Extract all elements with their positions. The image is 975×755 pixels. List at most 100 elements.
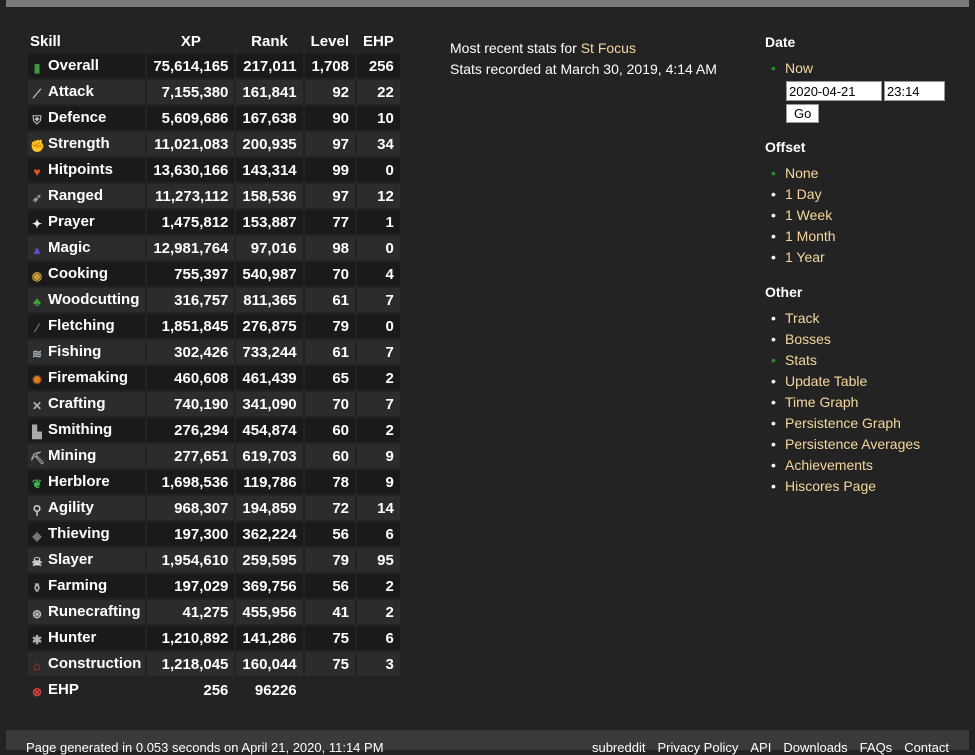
skill-name: Magic bbox=[48, 239, 91, 256]
skill-cell: ♥ Hitpoints bbox=[28, 158, 146, 182]
other-item[interactable]: Persistence Graph bbox=[771, 413, 965, 434]
skill-cell: ▙ Smithing bbox=[28, 418, 146, 442]
level-cell: 75 bbox=[304, 626, 355, 650]
skill-cell: ⚱ Farming bbox=[28, 574, 146, 598]
go-button[interactable]: Go bbox=[786, 104, 820, 123]
ehp-cell: 2 bbox=[357, 600, 400, 624]
table-row: ♣ Woodcutting 316,757 811,365 61 7 bbox=[28, 288, 400, 312]
footer-link[interactable]: Contact bbox=[904, 740, 949, 755]
skill-cell: ▲ Magic bbox=[28, 236, 146, 260]
skill-cell: ❦ Herblore bbox=[28, 470, 146, 494]
recent-prefix: Most recent stats for bbox=[450, 40, 581, 56]
other-item[interactable]: Track bbox=[771, 308, 965, 329]
table-row: ♥ Hitpoints 13,630,166 143,314 99 0 bbox=[28, 158, 400, 182]
rank-cell: 811,365 bbox=[236, 288, 303, 312]
other-item[interactable]: Achievements bbox=[771, 455, 965, 476]
time-input[interactable] bbox=[884, 81, 945, 101]
xp-cell: 1,698,536 bbox=[147, 470, 235, 494]
runecrafting-icon: ⊛ bbox=[31, 607, 43, 621]
agility-icon: ⚲ bbox=[32, 503, 42, 517]
table-row: ✕ Crafting 740,190 341,090 70 7 bbox=[28, 392, 400, 416]
other-section: Other TrackBossesStatsUpdate TableTime G… bbox=[765, 284, 965, 497]
date-section: Date Now Go bbox=[765, 34, 965, 123]
offset-item[interactable]: None bbox=[771, 163, 965, 184]
recent-stats: Most recent stats for St Focus Stats rec… bbox=[450, 38, 717, 80]
ehp-cell: 0 bbox=[357, 314, 400, 338]
hunter-icon: ✱ bbox=[31, 633, 43, 647]
other-item[interactable]: Stats bbox=[771, 350, 965, 371]
table-row: ⁄ Fletching 1,851,845 276,875 79 0 bbox=[28, 314, 400, 338]
offset-item[interactable]: 1 Month bbox=[771, 226, 965, 247]
ehp-cell: 95 bbox=[357, 548, 400, 572]
header-xp: XP bbox=[180, 32, 201, 50]
rank-cell: 160,044 bbox=[236, 652, 303, 676]
level-cell: 70 bbox=[304, 262, 355, 286]
date-input[interactable] bbox=[786, 81, 882, 101]
skill-cell: ✹ Firemaking bbox=[28, 366, 146, 390]
rank-cell: 96226 bbox=[254, 681, 297, 699]
table-row: ✊ Strength 11,021,083 200,935 97 34 bbox=[28, 132, 400, 156]
level-cell: 75 bbox=[304, 652, 355, 676]
xp-cell: 41,275 bbox=[147, 600, 235, 624]
other-item[interactable]: Time Graph bbox=[771, 392, 965, 413]
attack-icon: ⟋ bbox=[32, 87, 42, 101]
header-ehp: EHP bbox=[363, 32, 394, 50]
level-cell: 41 bbox=[304, 600, 355, 624]
footer-link[interactable]: Downloads bbox=[783, 740, 847, 755]
skill-cell: ⊗ EHP bbox=[28, 678, 145, 702]
empty-cell bbox=[305, 678, 355, 702]
offset-title: Offset bbox=[765, 139, 806, 155]
defence-icon: ⛨ bbox=[32, 113, 42, 127]
construction-icon: ⌂ bbox=[33, 659, 41, 673]
other-item[interactable]: Hiscores Page bbox=[771, 476, 965, 497]
rank-cell: 167,638 bbox=[236, 106, 303, 130]
xp-cell: 1,210,892 bbox=[147, 626, 235, 650]
rank-cell: 158,536 bbox=[236, 184, 303, 208]
table-row: ⛏ Mining 277,651 619,703 60 9 bbox=[28, 444, 400, 468]
footer-link[interactable]: FAQs bbox=[860, 740, 893, 755]
offset-item[interactable]: 1 Day bbox=[771, 184, 965, 205]
xp-cell: 460,608 bbox=[147, 366, 235, 390]
rank-cell: 161,841 bbox=[236, 80, 303, 104]
footer-link[interactable]: Privacy Policy bbox=[657, 740, 738, 755]
player-link[interactable]: St Focus bbox=[581, 40, 636, 56]
skill-cell: ✕ Crafting bbox=[28, 392, 146, 416]
table-row: ⟋ Attack 7,155,380 161,841 92 22 bbox=[28, 80, 400, 104]
skill-cell: ⟋ Attack bbox=[28, 80, 146, 104]
rank-cell: 619,703 bbox=[236, 444, 303, 468]
level-cell: 97 bbox=[304, 132, 355, 156]
table-row: ▙ Smithing 276,294 454,874 60 2 bbox=[28, 418, 400, 442]
table-row: ◆ Thieving 197,300 362,224 56 6 bbox=[28, 522, 400, 546]
ehp-cell: 10 bbox=[357, 106, 400, 130]
offset-item[interactable]: 1 Year bbox=[771, 247, 965, 268]
woodcutting-icon: ♣ bbox=[33, 295, 41, 309]
skill-name: Thieving bbox=[48, 525, 110, 542]
strength-icon: ✊ bbox=[30, 139, 45, 153]
footer-links: subreddit Privacy Policy API Downloads FAQs C… bbox=[580, 740, 949, 755]
date-item-now[interactable]: Now bbox=[771, 58, 965, 79]
overall-icon: ▮ bbox=[33, 61, 41, 75]
ehp-cell: 2 bbox=[357, 418, 400, 442]
ehp-cell: 7 bbox=[357, 288, 400, 312]
ehp-cell: 3 bbox=[357, 652, 400, 676]
footer-link[interactable]: API bbox=[750, 740, 771, 755]
crafting-icon: ✕ bbox=[31, 399, 43, 413]
mining-icon: ⛏ bbox=[30, 451, 46, 465]
skill-name: Overall bbox=[48, 57, 99, 74]
other-item[interactable]: Bosses bbox=[771, 329, 965, 350]
table-row: ⚱ Farming 197,029 369,756 56 2 bbox=[28, 574, 400, 598]
xp-cell: 302,426 bbox=[147, 340, 235, 364]
other-item[interactable]: Persistence Averages bbox=[771, 434, 965, 455]
other-item[interactable]: Update Table bbox=[771, 371, 965, 392]
xp-cell: 12,981,764 bbox=[147, 236, 235, 260]
recorded-text: Stats recorded at March 30, 2019, 4:14 A… bbox=[450, 61, 717, 77]
footer-link[interactable]: subreddit bbox=[592, 740, 645, 755]
rank-cell: 259,595 bbox=[236, 548, 303, 572]
skills-table: Skill XP Rank Level EHP ▮ Overall 75,614,1… bbox=[26, 28, 402, 704]
xp-cell: 256 bbox=[203, 681, 229, 699]
skill-name: Defence bbox=[48, 109, 107, 126]
skill-name: Smithing bbox=[48, 421, 113, 438]
xp-cell: 75,614,165 bbox=[147, 54, 235, 78]
skill-name: Prayer bbox=[48, 213, 95, 230]
offset-item[interactable]: 1 Week bbox=[771, 205, 965, 226]
